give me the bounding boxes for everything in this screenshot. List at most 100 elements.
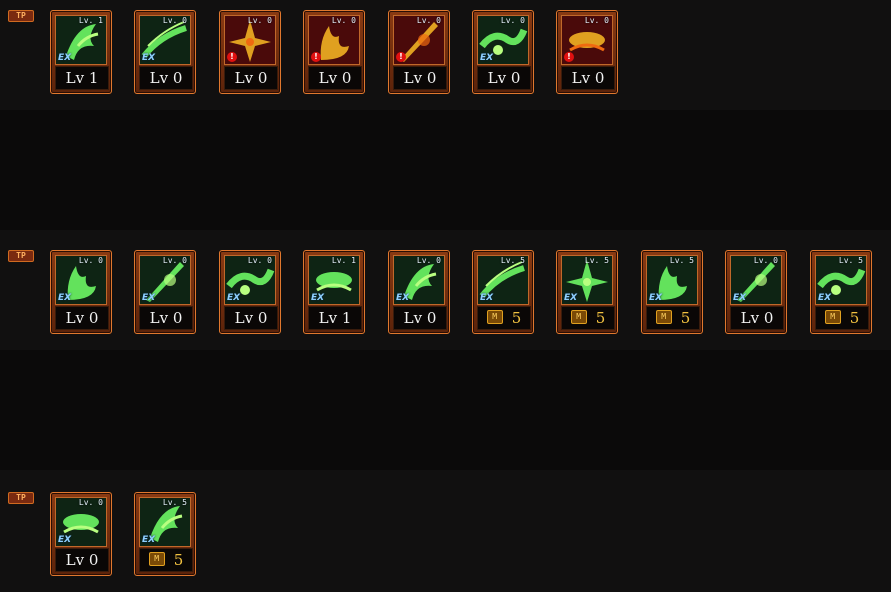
skill-icon: Lv. 0 EX	[139, 255, 191, 305]
ex-icon: EX	[311, 293, 325, 303]
skill-icon: Lv. 0!	[561, 15, 613, 65]
skill-level-label: M5	[815, 306, 869, 330]
skill-level-value: 5	[595, 309, 606, 327]
ex-icon: EX	[818, 293, 832, 303]
skill-level-label: Lv 0	[477, 66, 531, 90]
ex-icon: EX	[142, 535, 156, 545]
ex-icon: EX	[480, 293, 494, 303]
skill-row: TP Lv. 0 EX Lv 0 Lv. 0 EX Lv 0 Lv. 0 EX Lv 0 Lv. 1…	[0, 250, 891, 340]
skill-level-tag: Lv. 0	[753, 256, 778, 265]
skill-level-tag: Lv. 5	[500, 256, 525, 265]
skill-level-value: 5	[173, 551, 184, 569]
skill-level-value: 5	[511, 309, 522, 327]
skill-level-label: Lv 1	[308, 306, 362, 330]
skill-level-label: Lv 0	[393, 66, 447, 90]
skill-level-label: Lv 0	[139, 66, 193, 90]
tp-badge-icon: TP	[8, 492, 34, 504]
skill-slot[interactable]: Lv. 5 EX M 5	[641, 250, 703, 334]
skill-level-tag: Lv. 0	[247, 16, 272, 25]
skill-slot[interactable]: Lv. 0 EX Lv 0	[50, 250, 112, 334]
skill-level-tag: Lv. 0	[331, 16, 356, 25]
skill-level-tag: Lv. 0	[584, 16, 609, 25]
ex-icon: EX	[480, 53, 494, 63]
skill-icon: Lv. 0!	[308, 15, 360, 65]
skill-level-tag: Lv. 0	[78, 256, 103, 265]
skill-icon: Lv. 0 EX	[55, 497, 107, 547]
skill-icon: Lv. 5 EX	[139, 497, 191, 547]
skill-icon: Lv. 5 EX	[477, 255, 529, 305]
skill-icon: Lv. 5 EX	[646, 255, 698, 305]
skill-row: TP Lv. 1 EX Lv 1 Lv. 0 EX Lv 0 Lv. 0! Lv 0 Lv. 0!…	[0, 10, 891, 100]
skill-slot[interactable]: Lv. 5 EX M 5	[556, 250, 618, 334]
skill-slot[interactable]: Lv. 0! Lv 0	[556, 10, 618, 94]
skill-level-label: Lv 1	[55, 66, 109, 90]
skill-icon: Lv. 5 EX	[815, 255, 867, 305]
ex-icon: EX	[649, 293, 663, 303]
skill-slot[interactable]: Lv. 0 EX Lv 0	[725, 250, 787, 334]
skill-level-value: 5	[680, 309, 691, 327]
ex-icon: EX	[58, 535, 72, 545]
skill-slot[interactable]: Lv. 0! Lv 0	[303, 10, 365, 94]
tp-badge-icon: TP	[8, 10, 34, 22]
master-icon: M	[486, 310, 503, 324]
skill-level-value: 5	[849, 309, 860, 327]
warning-icon: !	[396, 52, 406, 62]
skill-level-tag: Lv. 5	[669, 256, 694, 265]
ex-icon: EX	[733, 293, 747, 303]
skill-level-tag: Lv. 1	[78, 16, 103, 25]
skill-level-tag: Lv. 1	[331, 256, 356, 265]
skill-row: TP Lv. 0 EX Lv 0 Lv. 5 EX M 5	[0, 492, 891, 582]
skill-level-tag: Lv. 0	[500, 16, 525, 25]
background-band-1	[0, 110, 891, 230]
skill-level-label: Lv 0	[224, 66, 278, 90]
skill-slot[interactable]: Lv. 1 EX Lv 1	[50, 10, 112, 94]
skill-icon: Lv. 0!	[224, 15, 276, 65]
skill-icon: Lv. 0 EX	[224, 255, 276, 305]
warning-icon: !	[311, 52, 321, 62]
skill-icon: Lv. 0 EX	[477, 15, 529, 65]
ex-icon: EX	[58, 293, 72, 303]
tp-badge-icon: TP	[8, 250, 34, 262]
warning-icon: !	[227, 52, 237, 62]
skill-slot[interactable]: Lv. 0 EX Lv 0	[50, 492, 112, 576]
skill-level-tag: Lv. 0	[247, 256, 272, 265]
skill-icon: Lv. 0!	[393, 15, 445, 65]
skill-level-label: M5	[477, 306, 531, 330]
skill-level-label: Lv 0	[561, 66, 615, 90]
skill-level-label: Lv 0	[55, 306, 109, 330]
skill-icon: Lv. 0 EX	[55, 255, 107, 305]
warning-icon: !	[564, 52, 574, 62]
skill-level-tag: Lv. 0	[78, 498, 103, 507]
background-band-2	[0, 350, 891, 470]
skill-slot[interactable]: Lv. 0 EX Lv 0	[134, 10, 196, 94]
skill-level-tag: Lv. 0	[416, 256, 441, 265]
skill-icon: Lv. 0 EX	[139, 15, 191, 65]
skill-slot[interactable]: Lv. 0! Lv 0	[388, 10, 450, 94]
ex-icon: EX	[227, 293, 241, 303]
skill-level-label: Lv 0	[139, 306, 193, 330]
skill-level-label: Lv 0	[55, 548, 109, 572]
master-icon: M	[655, 310, 672, 324]
skill-slot[interactable]: Lv. 0 EX Lv 0	[472, 10, 534, 94]
skill-slot[interactable]: Lv. 0 EX Lv 0	[219, 250, 281, 334]
master-icon: M	[570, 310, 587, 324]
skill-level-tag: Lv. 5	[838, 256, 863, 265]
skill-slot[interactable]: Lv. 5 EX M 5	[472, 250, 534, 334]
skill-icon: Lv. 1 EX	[308, 255, 360, 305]
skill-level-label: Lv 0	[730, 306, 784, 330]
skill-level-label: Lv 0	[224, 306, 278, 330]
skill-icon: Lv. 0 EX	[393, 255, 445, 305]
skill-slot[interactable]: Lv. 1 EX Lv 1	[303, 250, 365, 334]
skill-level-tag: Lv. 0	[162, 256, 187, 265]
skill-slot[interactable]: Lv. 0 EX Lv 0	[388, 250, 450, 334]
skill-level-tag: Lv. 5	[162, 498, 187, 507]
skill-slot[interactable]: Lv. 0! Lv 0	[219, 10, 281, 94]
ex-icon: EX	[564, 293, 578, 303]
ex-icon: EX	[396, 293, 410, 303]
skill-slot[interactable]: Lv. 5 EX M 5	[810, 250, 872, 334]
skill-slot[interactable]: Lv. 0 EX Lv 0	[134, 250, 196, 334]
skill-slot[interactable]: Lv. 5 EX M 5	[134, 492, 196, 576]
skill-level-label: M5	[561, 306, 615, 330]
skill-level-label: M5	[646, 306, 700, 330]
skill-level-tag: Lv. 5	[584, 256, 609, 265]
